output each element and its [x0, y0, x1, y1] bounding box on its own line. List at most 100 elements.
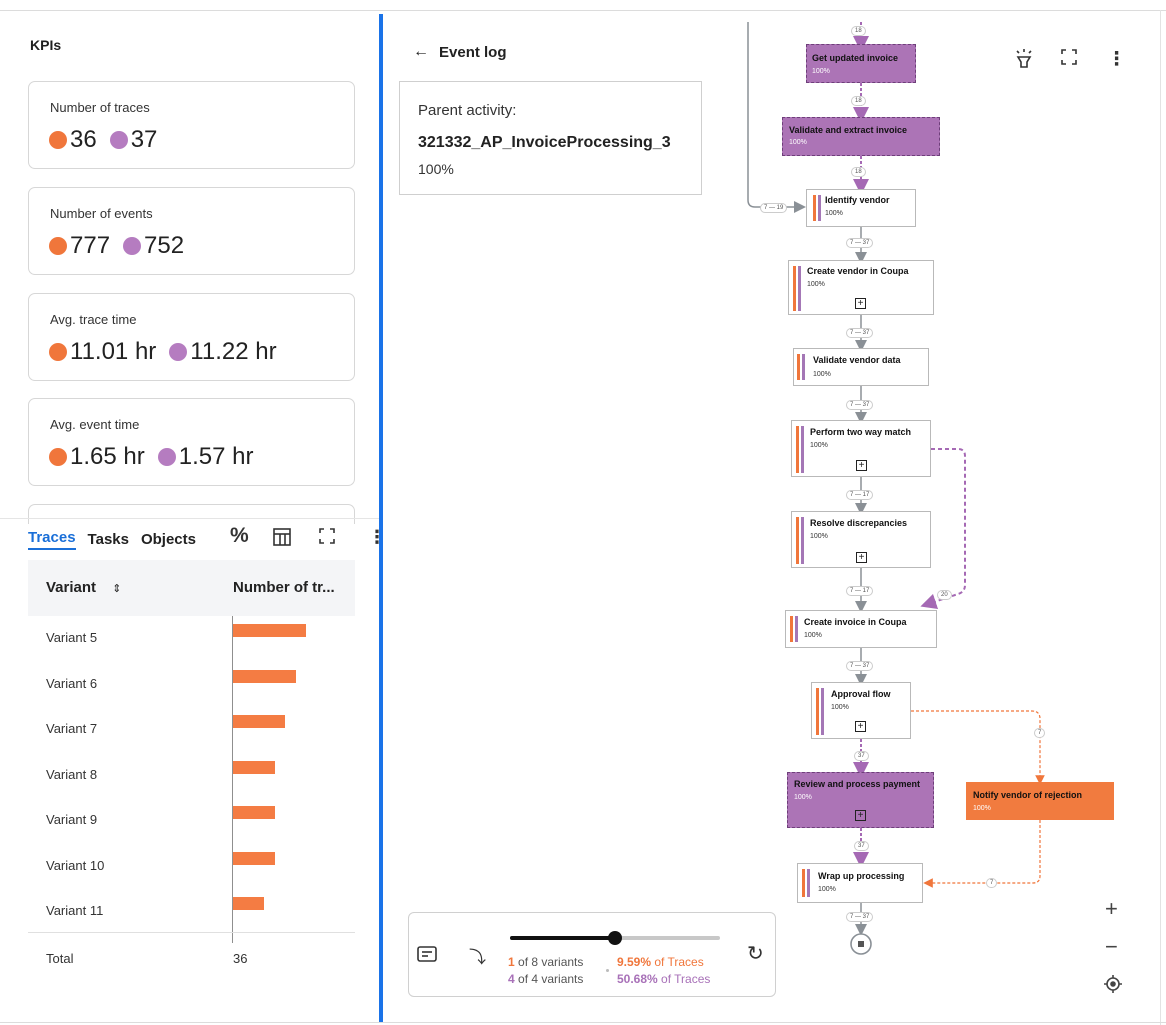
edge-label: 7 — 37: [846, 238, 874, 248]
node-pct: 100%: [807, 281, 825, 288]
series-b-stripe: [801, 426, 804, 473]
count-a-text: of 8 variants: [514, 955, 584, 969]
stop-icon: [858, 941, 864, 947]
edge-label: 7 — 37: [846, 328, 874, 338]
node-name: Perform two way match: [810, 427, 912, 437]
node-name: Validate and extract invoice: [789, 125, 908, 135]
node-name: Identify vendor: [825, 195, 890, 205]
series-b-stripe: [801, 517, 804, 564]
process-node[interactable]: Review and process payment 100% +: [787, 772, 934, 828]
process-map-edges: [747, 22, 1045, 955]
process-node[interactable]: Wrap up processing 100%: [797, 863, 923, 903]
process-node[interactable]: Identify vendor 100%: [806, 189, 916, 227]
node-pct: 100%: [825, 210, 843, 217]
edge-label: 7 — 17: [846, 490, 874, 500]
node-pct: 100%: [804, 632, 822, 639]
series-a-stripe: [797, 354, 800, 380]
expand-icon[interactable]: +: [856, 552, 867, 563]
expand-icon[interactable]: +: [855, 298, 866, 309]
edge-label: 37: [854, 751, 869, 761]
process-node[interactable]: Validate and extract invoice 100%: [782, 117, 940, 156]
process-node[interactable]: Notify vendor of rejection 100%: [966, 782, 1114, 820]
count-a: 1: [508, 955, 515, 969]
series-b-stripe: [821, 688, 824, 735]
expand-icon[interactable]: +: [855, 721, 866, 732]
edge-label: 7 — 17: [846, 586, 874, 596]
series-b-stripe: [802, 354, 805, 380]
refresh-icon[interactable]: ↻: [747, 941, 764, 966]
pct-a-text: of Traces: [651, 955, 704, 969]
node-pct: 100%: [818, 886, 836, 893]
edge-label: 18: [851, 167, 866, 177]
process-node[interactable]: Get updated invoice 100%: [806, 44, 916, 83]
node-name: Create invoice in Coupa: [804, 617, 907, 627]
slider-fill: [510, 936, 615, 940]
edge-label: 7 — 37: [846, 912, 874, 922]
series-b-stripe: [807, 869, 810, 897]
process-node[interactable]: Perform two way match 100% +: [791, 420, 931, 477]
node-name: Create vendor in Coupa: [807, 266, 909, 276]
process-node[interactable]: Create vendor in Coupa 100% +: [788, 260, 934, 315]
process-node[interactable]: Resolve discrepancies 100% +: [791, 511, 931, 568]
node-name: Wrap up processing: [818, 871, 905, 881]
variant-slider[interactable]: [510, 931, 720, 945]
series-a-stripe: [816, 688, 819, 735]
edge-label: 18: [851, 26, 866, 36]
rejection-return-edge: [923, 820, 1041, 888]
edge-label: 37: [854, 841, 869, 851]
pct-b: 50.68%: [617, 972, 658, 986]
slider-thumb[interactable]: [608, 931, 622, 945]
pct-b-text: of Traces: [657, 972, 711, 986]
count-b: 4: [508, 972, 515, 986]
node-pct: 100%: [812, 68, 830, 75]
expand-icon[interactable]: +: [855, 810, 866, 821]
series-a-stripe: [813, 195, 816, 221]
node-pct: 100%: [789, 139, 807, 146]
series-a-stripe: [796, 426, 799, 473]
node-name: Review and process payment: [794, 779, 921, 789]
node-pct: 100%: [810, 442, 828, 449]
app-window: KPIs Number of traces 36 37 Number of ev…: [0, 0, 1166, 1025]
node-name: Approval flow: [831, 689, 891, 699]
expand-icon[interactable]: +: [856, 460, 867, 471]
node-name: Get updated invoice: [812, 53, 899, 63]
series-a-stripe: [802, 869, 805, 897]
loop-edge: [747, 22, 806, 213]
series-a-stripe: [790, 616, 793, 642]
zoom-out-icon[interactable]: −: [1105, 934, 1118, 960]
variant-count-b: 4 of 4 variants: [508, 972, 583, 986]
node-name: Resolve discrepancies: [810, 518, 908, 528]
series-b-stripe: [818, 195, 821, 221]
separator-dot: [606, 969, 609, 972]
edge-label: 7 — 37: [846, 400, 874, 410]
variant-filter-bar: ⤵ 1 of 8 variants 4 of 4 variants 9.59% …: [408, 912, 776, 997]
series-b-stripe: [795, 616, 798, 642]
sort-down-icon[interactable]: ⤵: [469, 943, 486, 968]
edge-label: 7 — 19: [760, 203, 788, 213]
edge-label: 18: [851, 96, 866, 106]
process-node[interactable]: Create invoice in Coupa 100%: [785, 610, 937, 648]
node-name: Validate vendor data: [813, 355, 901, 365]
process-node[interactable]: Approval flow 100% +: [811, 682, 911, 739]
node-name: Notify vendor of rejection: [973, 790, 1083, 800]
pct-a: 9.59%: [617, 955, 652, 969]
legend-icon[interactable]: [417, 946, 437, 967]
edge-label: 7 — 37: [846, 661, 874, 671]
count-b-text: of 4 variants: [514, 972, 584, 986]
node-pct: 100%: [813, 371, 831, 378]
node-pct: 100%: [973, 805, 991, 812]
node-pct: 100%: [831, 704, 849, 711]
process-node[interactable]: Validate vendor data 100%: [793, 348, 929, 386]
dashed-edge: [920, 448, 966, 610]
recenter-icon[interactable]: [1103, 974, 1123, 1000]
variant-count-a: 1 of 8 variants: [508, 955, 583, 969]
trace-pct-b: 50.68% of Traces: [617, 972, 710, 986]
edge-label: 20: [937, 590, 952, 600]
node-pct: 100%: [810, 533, 828, 540]
rejection-edge: [911, 710, 1045, 785]
series-a-stripe: [793, 266, 796, 311]
series-a-stripe: [796, 517, 799, 564]
series-b-stripe: [798, 266, 801, 311]
zoom-in-icon[interactable]: +: [1105, 896, 1118, 922]
node-pct: 100%: [794, 794, 812, 801]
